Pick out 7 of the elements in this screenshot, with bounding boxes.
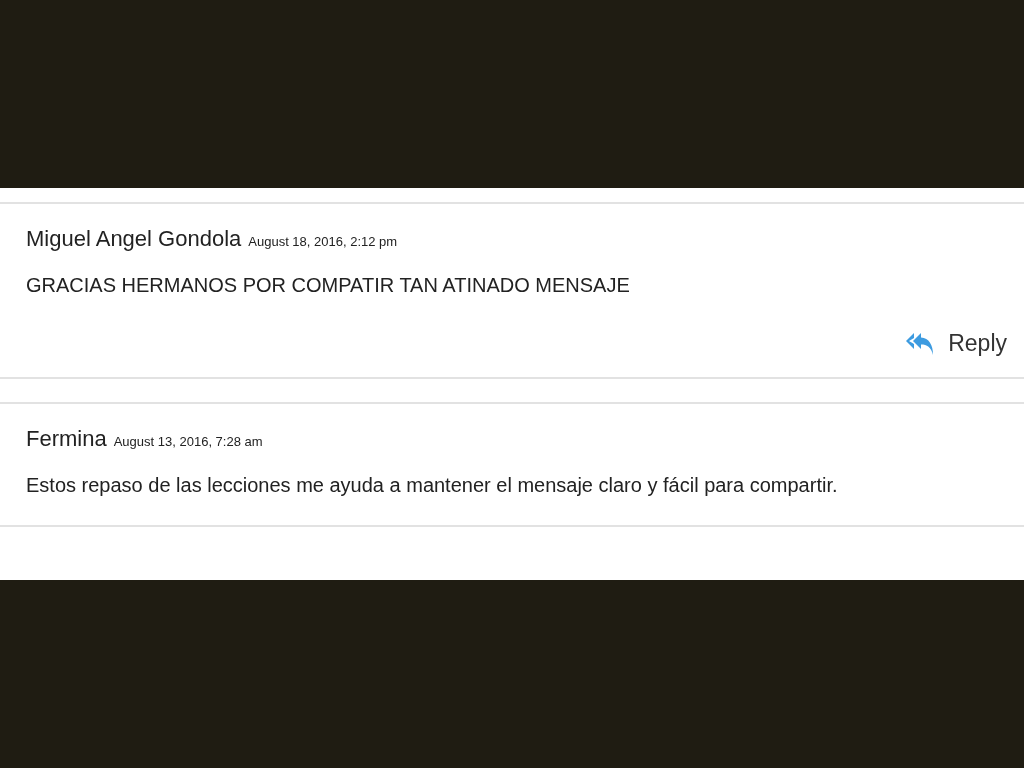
- comment-author: Miguel Angel Gondola: [26, 226, 242, 252]
- comment-author: Fermina: [26, 426, 107, 452]
- comment-date: August 13, 2016, 7:28 am: [113, 434, 263, 449]
- reply-link[interactable]: Reply: [905, 330, 1007, 357]
- comment-date: August 18, 2016, 2:12 pm: [248, 234, 398, 249]
- comment-text: GRACIAS HERMANOS POR COMPATIR TAN ATINADO MENSAJE: [26, 273, 631, 298]
- comment-text: Estos repaso de las lecciones me ayuda a mantener el mensaje claro y fácil para compartir.: [26, 473, 839, 498]
